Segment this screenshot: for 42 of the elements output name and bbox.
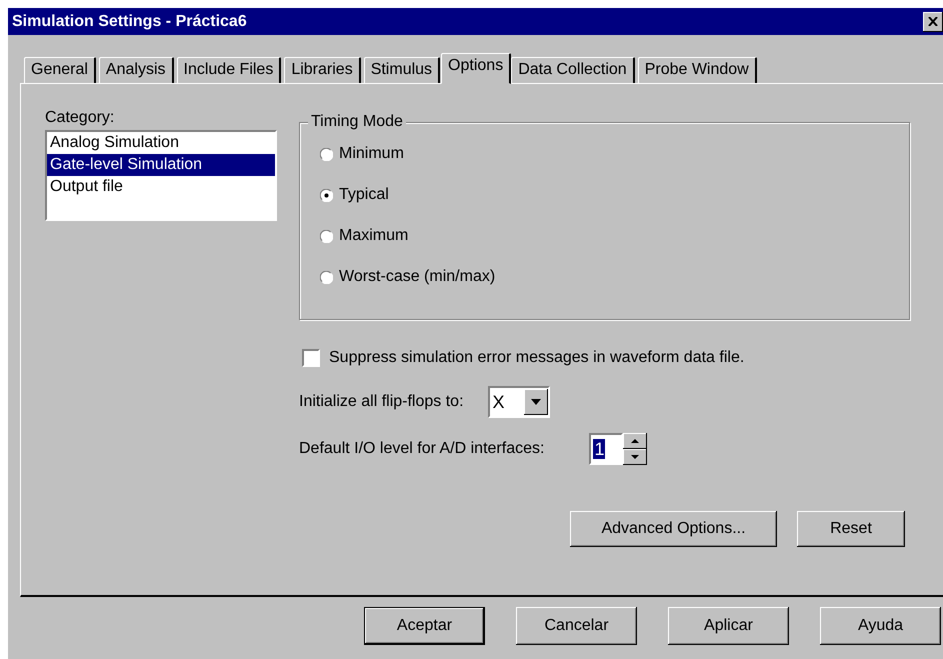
dialog-button[interactable]: Ayuda <box>820 607 941 645</box>
dialog-button[interactable]: Cancelar <box>516 607 637 645</box>
category-label: Category: <box>45 109 116 127</box>
advanced-options-button[interactable]: Advanced Options... <box>570 511 777 547</box>
list-item[interactable]: Gate-level Simulation <box>47 154 275 176</box>
radio-button[interactable] <box>320 230 333 242</box>
radio-button[interactable] <box>320 148 333 160</box>
checkbox-label: Suppress simulation error messages in waveform data file. <box>329 349 744 367</box>
down-arrow-icon <box>631 455 640 459</box>
list-item[interactable]: Analog Simulation <box>47 132 275 154</box>
spin-up-button[interactable] <box>623 433 648 449</box>
radio-label: Worst-case (min/max) <box>339 268 496 286</box>
dropdown-arrow-icon <box>530 399 541 405</box>
field-label: Default I/O level for A/D interfaces: <box>299 440 544 458</box>
spin-field[interactable]: 1 <box>589 433 624 465</box>
close-button[interactable] <box>923 12 943 32</box>
dialog-button[interactable]: Aceptar <box>364 607 485 645</box>
window-title: Simulation Settings - Práctica6 <box>11 12 247 30</box>
up-arrow-icon <box>631 439 640 443</box>
tab[interactable]: General <box>24 57 96 83</box>
group-title: Timing Mode <box>308 113 406 131</box>
dropdown[interactable]: X <box>488 386 550 418</box>
tab[interactable]: Options <box>441 53 512 84</box>
tab[interactable]: Include Files <box>176 57 282 83</box>
reset-button[interactable]: Reset <box>797 511 905 547</box>
checkbox[interactable] <box>302 349 320 367</box>
category-list[interactable]: Analog Simulation Gate-level Simulation Output file <box>45 130 277 221</box>
tab[interactable]: Data Collection <box>511 57 635 83</box>
tab[interactable]: Stimulus <box>364 57 440 83</box>
close-icon <box>928 17 938 26</box>
radio-label: Maximum <box>339 227 408 245</box>
tab[interactable]: Probe Window <box>638 57 757 83</box>
radio-label: Minimum <box>339 145 404 163</box>
radio-label: Typical <box>339 186 389 204</box>
dialog-button[interactable]: Aplicar <box>668 607 789 645</box>
field-label: Initialize all flip-flops to: <box>299 393 464 411</box>
tab[interactable]: Analysis <box>98 57 174 83</box>
radio-button[interactable] <box>320 188 333 202</box>
radio-button[interactable] <box>320 270 333 284</box>
spin-down-button[interactable] <box>623 449 648 465</box>
list-item[interactable]: Output file <box>47 176 275 198</box>
tab[interactable]: Libraries <box>284 57 361 83</box>
